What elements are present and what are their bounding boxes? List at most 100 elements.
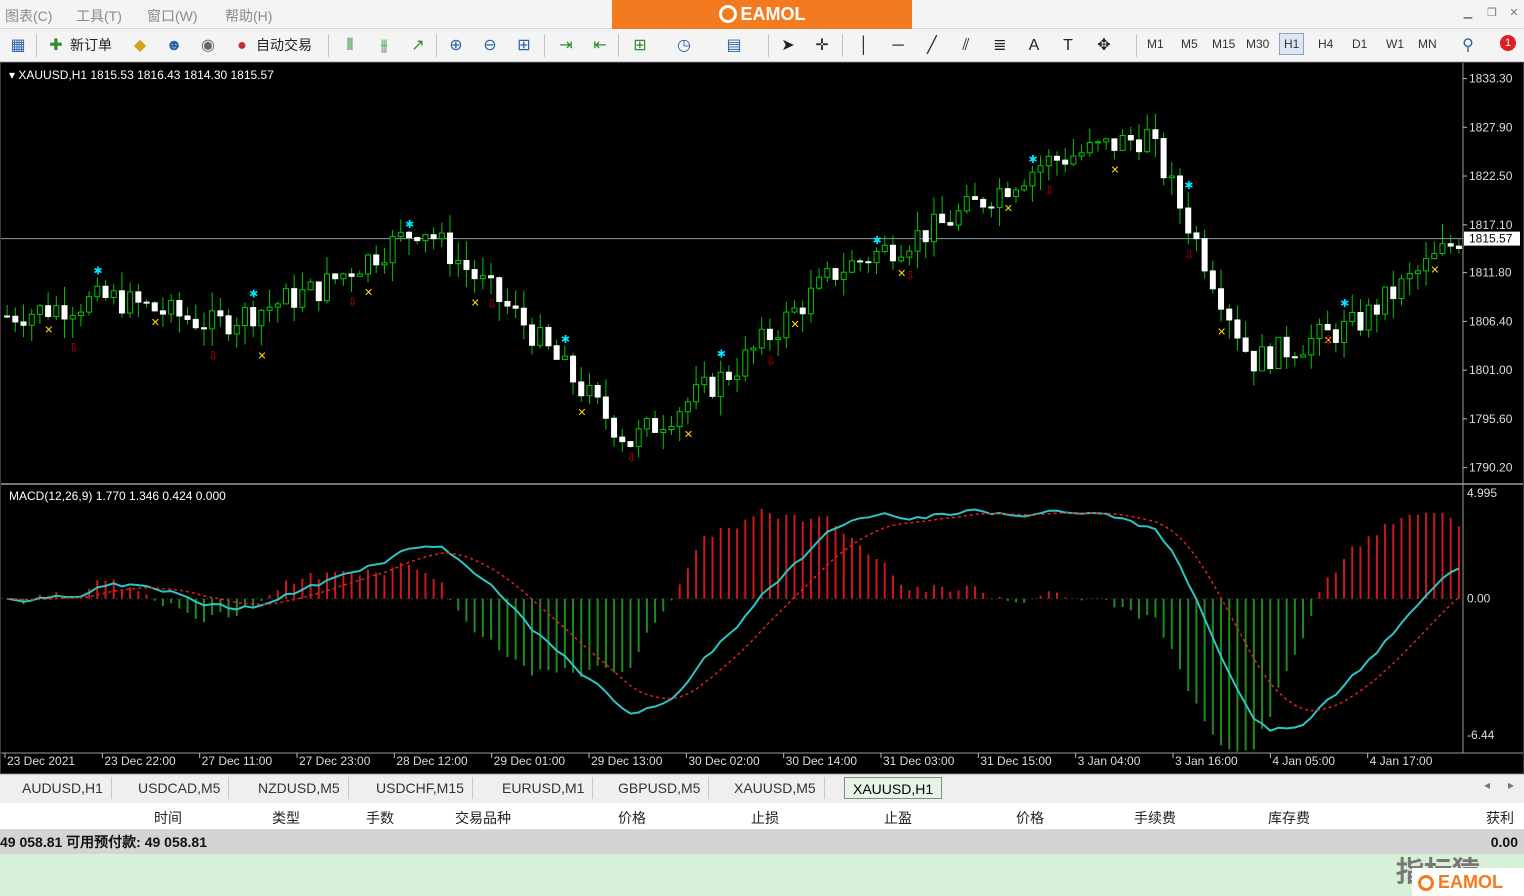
candle-body xyxy=(963,196,970,212)
price-chart[interactable]: 1833.30 1827.90 1822.50 1817.10 1811.80 1806.… xyxy=(1,63,1523,773)
tab-scroll-right-icon[interactable]: ▸ xyxy=(1508,778,1514,792)
candle-body xyxy=(660,428,667,433)
candle-body xyxy=(1168,175,1175,179)
candle-body xyxy=(1365,304,1372,331)
candle-body xyxy=(1382,286,1389,315)
tab-scroll-left-icon[interactable]: ◂ xyxy=(1484,778,1490,792)
timeframe-m1[interactable]: M1 xyxy=(1147,37,1164,51)
candle-body xyxy=(274,303,281,308)
chart-window[interactable]: 1833.30 1827.90 1822.50 1817.10 1811.80 1806.… xyxy=(0,62,1524,774)
candle-body xyxy=(570,355,577,383)
col-price-current[interactable]: 价格 xyxy=(1016,808,1044,828)
zoom-out-icon[interactable]: ⊖ xyxy=(478,34,502,58)
close-icon[interactable]: ✕ xyxy=(1504,6,1524,22)
expert-icon[interactable]: ☻ xyxy=(162,34,186,58)
vertical-line-icon[interactable]: │ xyxy=(852,34,876,58)
timeframe-m15[interactable]: M15 xyxy=(1212,37,1235,51)
candle-body xyxy=(742,349,749,377)
candle-body xyxy=(1152,129,1159,140)
candle-body xyxy=(86,296,93,313)
candle-body xyxy=(799,307,806,315)
candle-body xyxy=(438,232,445,240)
chart-shift-icon[interactable]: ⇤ xyxy=(588,34,612,58)
trendline-icon[interactable]: ╱ xyxy=(920,34,944,58)
timeframe-h4[interactable]: H4 xyxy=(1318,37,1333,51)
tile-windows-icon[interactable]: ⊞ xyxy=(512,34,536,58)
candle-body xyxy=(914,230,921,252)
candle-body xyxy=(676,411,683,428)
col-swap[interactable]: 库存费 xyxy=(1268,808,1310,828)
channel-icon[interactable]: ⫽ xyxy=(954,34,978,58)
candle-body xyxy=(28,313,35,326)
candle-body xyxy=(1267,346,1274,370)
horizontal-line-icon[interactable]: ─ xyxy=(886,34,910,58)
restore-icon[interactable]: ❐ xyxy=(1482,6,1502,22)
col-time[interactable]: 时间 xyxy=(154,808,182,828)
menu-chart[interactable]: 图表(C) xyxy=(5,6,52,26)
menu-tools[interactable]: 工具(T) xyxy=(76,6,122,26)
fibonacci-icon[interactable]: ≣ xyxy=(988,34,1012,58)
timeframe-mn[interactable]: MN xyxy=(1418,37,1437,51)
timeframe-m5[interactable]: M5 xyxy=(1181,37,1198,51)
candle-body xyxy=(176,300,183,317)
tab-xauusd-m5[interactable]: XAUUSD,M5 xyxy=(726,777,825,799)
time-tick-label: 4 Jan 17:00 xyxy=(1370,754,1433,768)
candle-body xyxy=(668,426,675,430)
tab-eurusd-m1[interactable]: EURUSD,M1 xyxy=(494,777,594,799)
text-icon[interactable]: A xyxy=(1022,34,1046,58)
col-stoploss[interactable]: 止损 xyxy=(751,808,779,828)
tab-usdchf-m15[interactable]: USDCHF,M15 xyxy=(368,777,473,799)
tab-gbpusd-m5[interactable]: GBPUSD,M5 xyxy=(610,777,710,799)
line-chart-icon[interactable]: ↗ xyxy=(406,34,430,58)
tab-usdcad-m5[interactable]: USDCAD,M5 xyxy=(130,777,230,799)
new-order-button[interactable]: 新订单 xyxy=(70,33,112,58)
zoom-in-icon[interactable]: ⊕ xyxy=(444,34,468,58)
col-symbol[interactable]: 交易品种 xyxy=(455,808,511,828)
price-tick-label: 1817.10 xyxy=(1469,218,1513,232)
search-icon[interactable]: ⚲ xyxy=(1456,34,1480,58)
indicators-icon[interactable]: ⊞ xyxy=(628,34,652,58)
col-lots[interactable]: 手数 xyxy=(366,808,394,828)
col-type[interactable]: 类型 xyxy=(272,808,300,828)
templates-icon[interactable]: ▤ xyxy=(722,34,746,58)
candle-body xyxy=(299,289,306,308)
signal-marker-icon: ✕ xyxy=(1110,163,1119,176)
timeframe-w1[interactable]: W1 xyxy=(1386,37,1404,51)
candlestick-icon[interactable]: ⫵ xyxy=(372,34,396,58)
col-takeprofit[interactable]: 止盈 xyxy=(884,808,912,828)
candle-body xyxy=(1357,312,1364,331)
auto-trade-button[interactable]: 自动交易 xyxy=(256,33,312,58)
auto-trade-icon[interactable]: ● xyxy=(230,34,254,58)
tab-nzdusd-m5[interactable]: NZDUSD,M5 xyxy=(250,777,349,799)
new-order-icon[interactable]: ✚ xyxy=(44,34,68,58)
crosshair-icon[interactable]: ✛ xyxy=(810,34,834,58)
menu-window[interactable]: 窗口(W) xyxy=(147,6,198,26)
autoscroll-icon[interactable]: ⇥ xyxy=(554,34,578,58)
arrow-down-icon: ⇩ xyxy=(69,341,79,355)
timeframe-h1[interactable]: H1 xyxy=(1279,33,1305,55)
col-price[interactable]: 价格 xyxy=(618,808,646,828)
col-commission[interactable]: 手续费 xyxy=(1134,808,1176,828)
col-profit[interactable]: 获利 xyxy=(1486,808,1514,828)
candle-body xyxy=(512,305,519,309)
print-preview-icon[interactable]: ▦ xyxy=(6,34,30,58)
cursor-icon[interactable]: ➤ xyxy=(776,34,800,58)
tab-xauusd-h1[interactable]: XAUUSD,H1 xyxy=(844,777,943,799)
candle-body xyxy=(1300,354,1307,358)
candle-body xyxy=(717,371,724,397)
shapes-icon[interactable]: ✥ xyxy=(1092,34,1116,58)
text-label-icon[interactable]: T xyxy=(1056,34,1080,58)
signal-marker-icon: ✱ xyxy=(93,264,102,277)
menu-help[interactable]: 帮助(H) xyxy=(225,6,272,26)
time-tick-label: 27 Dec 23:00 xyxy=(299,754,371,768)
timeframe-d1[interactable]: D1 xyxy=(1352,37,1367,51)
bar-chart-icon[interactable]: ⫴ xyxy=(338,34,362,58)
minimize-icon[interactable]: ▁ xyxy=(1458,6,1478,22)
candle-body xyxy=(192,318,199,329)
candle-body xyxy=(1136,139,1143,153)
gold-bar-icon[interactable]: ◆ xyxy=(128,34,152,58)
timeframe-m30[interactable]: M30 xyxy=(1246,37,1269,51)
signal-icon[interactable]: ◉ xyxy=(196,34,220,58)
periods-icon[interactable]: ◷ xyxy=(672,34,696,58)
tab-audusd-h1[interactable]: AUDUSD,H1 xyxy=(14,777,112,799)
